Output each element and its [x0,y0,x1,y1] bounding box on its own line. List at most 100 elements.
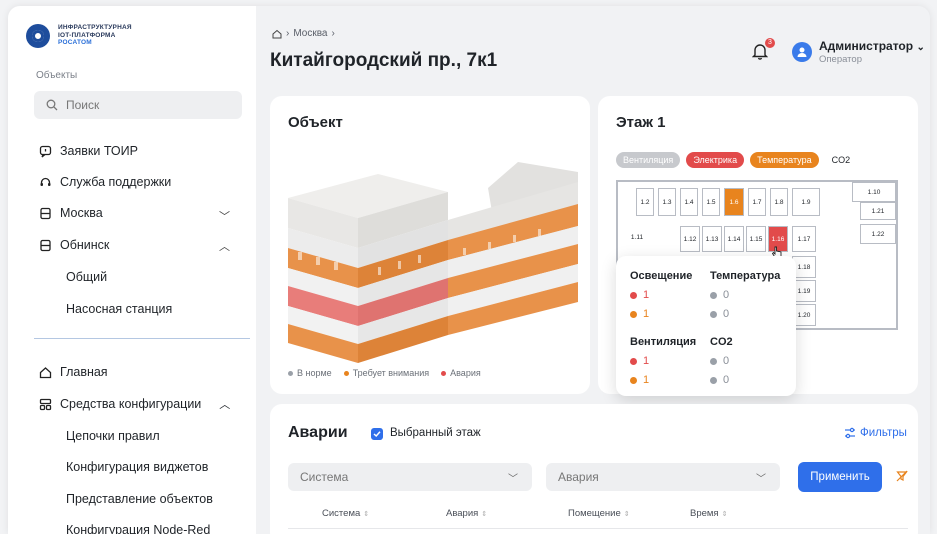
breadcrumb-moscow[interactable]: Москва [293,28,327,39]
chevron-down-icon[interactable]: ⌄ [916,42,924,53]
system-select[interactable]: Система ﹀ [288,463,532,491]
room-1-3[interactable]: 1.3 [658,188,676,216]
clear-filter-icon[interactable] [896,470,908,482]
object-card: Объект В норме Требует внимания Авария [270,96,590,394]
orange-dot-icon [343,370,349,376]
object-legend: В норме Требует внимания Авария [288,368,481,378]
tooltip-co2-title: CO2 [710,336,733,348]
column-time[interactable]: Время ⇕ [690,508,727,519]
tooltip-ventilation-title: Вентиляция [630,336,697,348]
room-1-9[interactable]: 1.9 [792,188,820,216]
room-1-4[interactable]: 1.4 [680,188,698,216]
sort-icon: ⇕ [363,510,370,518]
app-window: ИНФРАСТРУКТУРНАЯ IOT-ПЛАТФОРМА РОСАТОМ О… [8,6,930,534]
tooltip-ventilation-alarm: 1 [630,355,649,367]
red-dot-icon [441,370,447,376]
room-1-6[interactable]: 1.6 [724,188,744,216]
tooltip-co2-alarm: 0 [710,355,729,367]
sidebar-item-obninsk[interactable]: Обнинск [38,238,109,252]
sidebar-item-config[interactable]: Средства конфигурации ︿ [38,396,230,412]
chevron-up-icon[interactable]: ︿ [219,238,230,254]
room-1-2[interactable]: 1.2 [636,188,654,216]
home-icon[interactable] [272,29,282,39]
room-1-12[interactable]: 1.12 [680,226,700,252]
chevron-down-icon[interactable]: ﹀ [219,208,230,224]
room-1-22[interactable]: 1.22 [860,224,896,244]
selected-floor-checkbox[interactable] [371,428,383,440]
logo-line3: РОСАТОМ [58,39,92,46]
sidebar-subitem-node-red[interactable]: Конфигурация Node-Red [66,523,210,534]
avatar[interactable] [792,42,812,62]
column-label: Авария [446,508,479,519]
tooltip-ventilation-warning: 1 [630,374,649,386]
alarm-select[interactable]: Авария ﹀ [546,463,780,491]
room-1-10[interactable]: 1.10 [852,182,896,202]
room-1-17[interactable]: 1.17 [792,226,816,252]
apply-button[interactable]: Применить [798,462,882,492]
breadcrumb-separator: › [286,28,290,39]
sidebar-item-home[interactable]: Главная [38,365,108,379]
grey-dot-icon [710,310,717,318]
sidebar-item-moscow[interactable]: Москва [38,206,238,220]
red-dot-icon [630,291,637,299]
sidebar-subitem-rule-chains[interactable]: Цепочки правил [66,429,160,443]
room-1-15[interactable]: 1.15 [746,226,766,252]
sort-icon: ⇕ [623,510,630,518]
user-name-text: Администратор [819,39,914,53]
tooltip-co2-warning: 0 [710,374,729,386]
room-1-5[interactable]: 1.5 [702,188,720,216]
sidebar-item-label: Главная [60,365,108,379]
value: 1 [643,374,650,386]
tooltip-temperature-title: Температура [710,270,781,282]
user-role: Оператор [819,54,862,65]
room-1-13[interactable]: 1.13 [702,226,722,252]
tooltip-temperature-alarm: 0 [710,289,729,301]
value: 0 [723,289,730,301]
sidebar-subitem-widget-config[interactable]: Конфигурация виджетов [66,460,208,474]
sidebar-item-label: Обнинск [60,238,110,252]
logo-line2: IOT-ПЛАТФОРМА [58,31,116,39]
value: 0 [723,308,730,320]
value: 1 [643,308,650,320]
sidebar-subitem-object-view[interactable]: Представление объектов [66,492,213,506]
chip-temperature[interactable]: Температура [750,152,819,168]
rosatom-logo-icon [26,24,50,48]
room-1-11[interactable]: 1.11 [618,224,656,250]
value: 0 [723,355,730,367]
tooltip-lighting-title: Освещение [630,270,693,282]
column-alarm[interactable]: Авария ⇕ [446,508,487,519]
check-icon [373,431,381,438]
filters-button[interactable]: Фильтры [844,427,907,439]
breadcrumb-separator: › [331,28,335,39]
column-label: Помещение [568,508,621,519]
sidebar-subitem-general[interactable]: Общий [66,270,107,284]
page-title: Китайгородский пр., 7к1 [270,50,498,71]
room-1-8[interactable]: 1.8 [770,188,788,216]
chip-electrics[interactable]: Электрика [686,152,745,168]
room-1-14[interactable]: 1.14 [724,226,744,252]
chip-ventilation[interactable]: Вентиляция [616,152,681,168]
user-name[interactable]: Администратор ⌄ [819,39,925,53]
chevron-up-icon[interactable]: ︿ [219,396,230,412]
column-room[interactable]: Помещение ⇕ [568,508,630,519]
room-1-21[interactable]: 1.21 [860,202,896,220]
message-icon [38,144,52,158]
sidebar-item-support[interactable]: Служба поддержки [38,175,171,189]
grey-dot-icon [710,291,717,299]
table-header-divider [288,528,908,529]
chevron-down-icon: ﹀ [756,473,766,485]
building-3d-model[interactable] [288,148,578,363]
sidebar-item-toir[interactable]: Заявки ТОИР [38,144,138,158]
grey-dot-icon [288,370,293,376]
sidebar-item-label: Средства конфигурации [60,397,202,411]
chip-co2[interactable]: CO2 [825,152,858,168]
red-dot-icon [630,357,637,365]
column-system[interactable]: Система ⇕ [322,508,369,519]
sidebar-subitem-pump-station[interactable]: Насосная станция [66,302,172,316]
tooltip-temperature-warning: 0 [710,308,729,320]
sidebar-divider [34,338,250,339]
selected-floor-label[interactable]: Выбранный этаж [390,427,481,439]
room-1-7[interactable]: 1.7 [748,188,766,216]
search-input[interactable]: Поиск [34,91,242,119]
logo[interactable]: ИНФРАСТРУКТУРНАЯ IOT-ПЛАТФОРМА РОСАТОМ [26,24,132,48]
